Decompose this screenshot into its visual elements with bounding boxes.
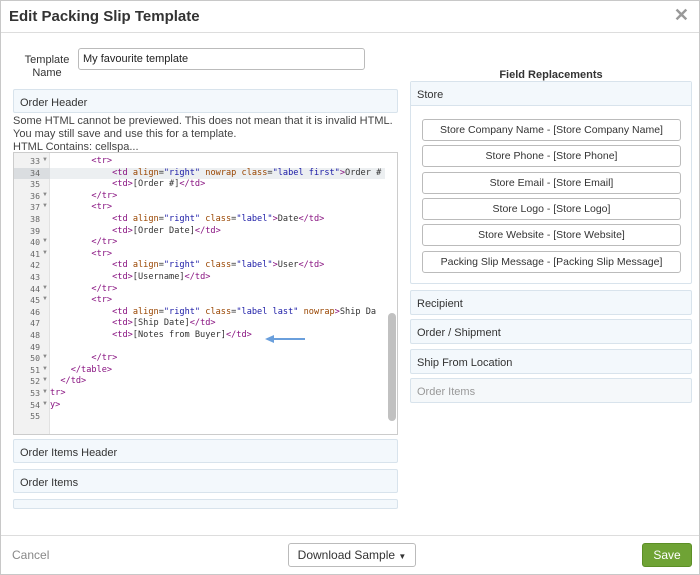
caret-down-icon: ▼ <box>398 552 407 561</box>
line-number: 42 <box>30 260 40 271</box>
fold-arrow-icon[interactable]: ▼ <box>42 238 48 244</box>
line-number: 43 <box>30 272 40 282</box>
line-number: 46 <box>30 306 40 317</box>
packing-slip-message-button[interactable]: Packing Slip Message - [Packing Slip Mes… <box>422 251 681 273</box>
modal-header: Edit Packing Slip Template ✕ <box>1 1 699 33</box>
editor-scrollbar[interactable] <box>388 155 396 433</box>
modal-title: Edit Packing Slip Template <box>9 8 200 25</box>
download-sample-button[interactable]: Download Sample ▼ <box>288 543 416 567</box>
code-line[interactable]: <td align="right" nowrap class="label fi… <box>50 167 385 180</box>
code-line[interactable]: </td> <box>50 376 385 388</box>
section-order-items-header[interactable]: Order Items Header <box>13 439 398 463</box>
code-line[interactable]: </tr> <box>50 353 385 365</box>
code-line[interactable] <box>50 411 385 423</box>
code-line[interactable]: <tr> <box>50 202 385 214</box>
code-line[interactable]: <td>[Username]</td> <box>50 272 385 284</box>
fold-arrow-icon[interactable]: ▼ <box>42 377 48 383</box>
code-line[interactable]: <tr> <box>50 156 385 168</box>
store-panel: Store Store Company Name - [Store Compan… <box>410 81 692 284</box>
fold-arrow-icon[interactable]: ▼ <box>42 296 48 302</box>
line-number: 49 <box>30 341 40 352</box>
fold-arrow-icon[interactable]: ▼ <box>42 366 48 372</box>
line-number: 35 <box>30 179 40 190</box>
close-icon[interactable]: ✕ <box>674 5 689 26</box>
code-line[interactable]: tr> <box>50 388 385 400</box>
store-website-button[interactable]: Store Website - [Store Website] <box>422 224 681 246</box>
section-order-header[interactable]: Order Header <box>13 89 398 113</box>
code-line[interactable]: </tr> <box>50 237 385 249</box>
fold-arrow-icon[interactable]: ▼ <box>42 157 48 163</box>
code-line[interactable]: <tr> <box>50 295 385 307</box>
fold-arrow-icon[interactable]: ▼ <box>42 250 48 256</box>
line-number: 38 <box>30 214 40 224</box>
download-sample-label: Download Sample <box>297 548 396 562</box>
code-line[interactable]: y> <box>50 400 385 412</box>
modal-footer: Cancel Download Sample ▼ Save <box>1 535 699 575</box>
section-order-items[interactable]: Order Items <box>13 469 398 493</box>
fold-arrow-icon[interactable]: ▼ <box>42 192 48 198</box>
store-logo-button[interactable]: Store Logo - [Store Logo] <box>422 198 681 220</box>
edit-template-modal: Edit Packing Slip Template ✕ Template Na… <box>0 0 700 575</box>
section-ship-from-location[interactable]: Ship From Location <box>410 349 692 374</box>
code-line[interactable]: <td>[Ship Date]</td> <box>50 318 385 330</box>
line-number: 39 <box>30 225 40 236</box>
template-name-input[interactable] <box>78 48 365 70</box>
fold-arrow-icon[interactable]: ▼ <box>42 285 48 291</box>
template-name-label: Template Name <box>24 54 70 79</box>
code-line[interactable]: <td align="right" class="label">Date</td… <box>50 214 385 226</box>
code-line[interactable]: <tr> <box>50 249 385 261</box>
code-line[interactable]: <td align="right" class="label">User</td… <box>50 260 385 272</box>
section-order-shipment[interactable]: Order / Shipment <box>410 319 692 344</box>
code-line[interactable]: <td align="right" class="label last" now… <box>50 307 385 319</box>
html-code-editor[interactable]: 33 ▼ 34 35 36 ▼ 37 ▼ 38 39 40 ▼ 41 ▼ 42 43 44 ▼ 45 ▼ 46 47 48 4… <box>13 152 398 435</box>
code-line[interactable]: <td>[Order Date]</td> <box>50 226 385 238</box>
section-next[interactable] <box>13 499 398 509</box>
html-preview-warning: Some HTML cannot be previewed. This does… <box>13 115 398 154</box>
line-number: 34 <box>14 167 50 180</box>
annotation-arrow-icon <box>265 335 305 343</box>
field-replacements-title: Field Replacements <box>499 69 603 81</box>
store-email-button[interactable]: Store Email - [Store Email] <box>422 172 681 194</box>
store-company-name-button[interactable]: Store Company Name - [Store Company Name… <box>422 119 681 141</box>
section-recipient[interactable]: Recipient <box>410 290 692 315</box>
store-panel-header[interactable]: Store <box>411 82 691 106</box>
line-number: 47 <box>30 318 40 329</box>
cancel-button[interactable]: Cancel <box>12 548 49 562</box>
code-line[interactable]: </table> <box>50 365 385 377</box>
store-phone-button[interactable]: Store Phone - [Store Phone] <box>422 145 681 167</box>
line-number: 55 <box>30 411 40 422</box>
fold-arrow-icon[interactable]: ▼ <box>42 401 48 407</box>
code-line[interactable]: <td>[Notes from Buyer]</td> <box>50 330 385 342</box>
editor-scrollbar-thumb[interactable] <box>388 313 396 421</box>
code-line[interactable]: <td>[Order #]</td> <box>50 179 385 191</box>
code-area[interactable]: <tr> <td align="right" nowrap class="lab… <box>50 153 385 434</box>
line-number-gutter: 33 ▼ 34 35 36 ▼ 37 ▼ 38 39 40 ▼ 41 ▼ 42 43 44 ▼ 45 ▼ 46 47 48 4… <box>14 153 50 434</box>
save-button[interactable]: Save <box>642 543 692 567</box>
fold-arrow-icon[interactable]: ▼ <box>42 203 48 209</box>
section-order-items-fields: Order Items <box>410 378 692 403</box>
line-number: 48 <box>30 330 40 340</box>
warning-text: Some HTML cannot be previewed. This does… <box>13 115 393 140</box>
fold-arrow-icon[interactable]: ▼ <box>42 389 48 395</box>
code-line[interactable]: </tr> <box>50 284 385 296</box>
fold-arrow-icon[interactable]: ▼ <box>42 354 48 360</box>
code-line[interactable]: </tr> <box>50 191 385 203</box>
code-line[interactable] <box>50 342 385 354</box>
